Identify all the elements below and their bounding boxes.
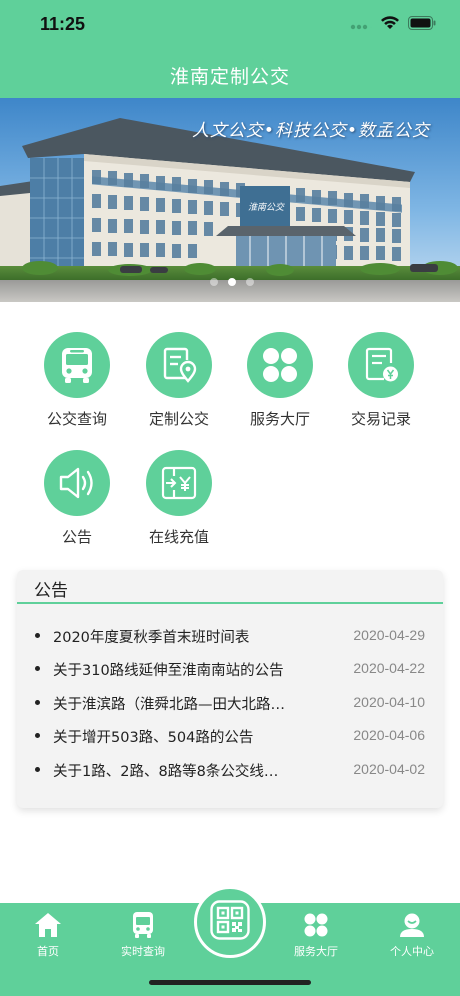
page-title: 淮南定制公交 [169,66,290,88]
announcement-date: 2020-04-06 [353,727,425,743]
signal-dots-icon [350,15,372,34]
announcement-text[interactable]: 关于淮滨路（淮舜北路—田大北路… [53,693,313,714]
status-icons [350,15,436,34]
recharge-yen-icon[interactable] [146,450,212,516]
wifi-icon [380,15,400,34]
announcement-text[interactable]: 2020年度夏秋季首末班时间表 [53,626,313,647]
menu-bus-query[interactable]: 公交查询 [27,332,127,429]
menu-label: 在线充值 [148,528,209,546]
announcement-date: 2020-04-02 [353,761,425,777]
announcement-item[interactable]: 2020年度夏秋季首末班时间表 2020-04-29 [35,624,425,648]
status-time: 11:25 [40,14,86,34]
bullet-icon [35,633,40,638]
building-sign: 淮南公交 [248,202,285,213]
menu-label: 交易记录 [350,410,411,428]
tab-home[interactable]: 首页 [8,911,88,959]
bus-icon [103,911,183,939]
user-icon [372,911,452,939]
announcement-item[interactable]: 关于310路线延伸至淮南南站的公告 2020-04-22 [35,657,425,681]
carousel-indicator[interactable] [210,278,254,286]
announcement-item[interactable]: 关于1路、2路、8路等8条公交线… 2020-04-02 [35,758,425,782]
menu-label: 定制公交 [148,410,209,428]
qr-code-icon [210,900,250,944]
tab-label: 实时查询 [121,945,165,958]
bullet-icon [35,767,40,772]
bullet-icon [35,666,40,671]
bullet-icon [35,733,40,738]
menu-announcement[interactable]: 公告 [27,450,127,547]
home-indicator [149,980,311,985]
tab-label: 个人中心 [390,945,434,958]
announcement-divider [17,602,443,604]
tab-profile[interactable]: 个人中心 [372,911,452,959]
menu-label: 公告 [61,528,92,546]
announcement-date: 2020-04-29 [353,627,425,643]
menu-online-recharge[interactable]: 在线充值 [129,450,229,547]
announcement-text[interactable]: 关于310路线延伸至淮南南站的公告 [53,659,313,680]
status-bar: 11:25 [0,0,460,50]
four-dots-icon [276,911,356,939]
tab-realtime-query[interactable]: 实时查询 [103,911,183,959]
announcement-title: 公告 [34,581,68,601]
menu-service-hall[interactable]: 服务大厅 [230,332,330,429]
four-dots-icon[interactable] [247,332,313,398]
menu-transactions[interactable]: 交易记录 [331,332,431,429]
bullet-icon [35,700,40,705]
menu-label: 服务大厅 [249,410,310,428]
announcement-text[interactable]: 关于增开503路、504路的公告 [53,726,313,747]
receipt-yen-icon[interactable] [348,332,414,398]
banner-slogan: 人文公交•科技公交•数孟公交 [191,121,430,141]
tab-service-hall[interactable]: 服务大厅 [276,911,356,959]
document-location-icon[interactable] [146,332,212,398]
battery-icon [408,15,436,34]
tab-label: 首页 [37,945,59,958]
scan-qr-button[interactable] [194,886,266,958]
home-icon [8,911,88,939]
carousel-dot-active[interactable] [228,278,236,286]
announcement-date: 2020-04-22 [353,660,425,676]
menu-label: 公交查询 [46,410,107,428]
announcement-item[interactable]: 关于淮滨路（淮舜北路—田大北路… 2020-04-10 [35,691,425,715]
announcement-text[interactable]: 关于1路、2路、8路等8条公交线… [53,760,313,781]
speaker-icon[interactable] [44,450,110,516]
announcement-date: 2020-04-10 [353,694,425,710]
banner-carousel[interactable]: 淮南公交 人文公交•科技公交•数孟公交 [0,98,460,302]
announcement-item[interactable]: 关于增开503路、504路的公告 2020-04-06 [35,724,425,748]
tab-label: 服务大厅 [294,945,338,958]
carousel-dot[interactable] [246,278,254,286]
top-bar: 11:25 淮南定制公交 [0,0,460,98]
carousel-dot[interactable] [210,278,218,286]
announcement-card: 公告 2020年度夏秋季首末班时间表 2020-04-29 关于310路线延伸至… [17,570,443,808]
menu-custom-bus[interactable]: 定制公交 [129,332,229,429]
bus-icon[interactable] [44,332,110,398]
